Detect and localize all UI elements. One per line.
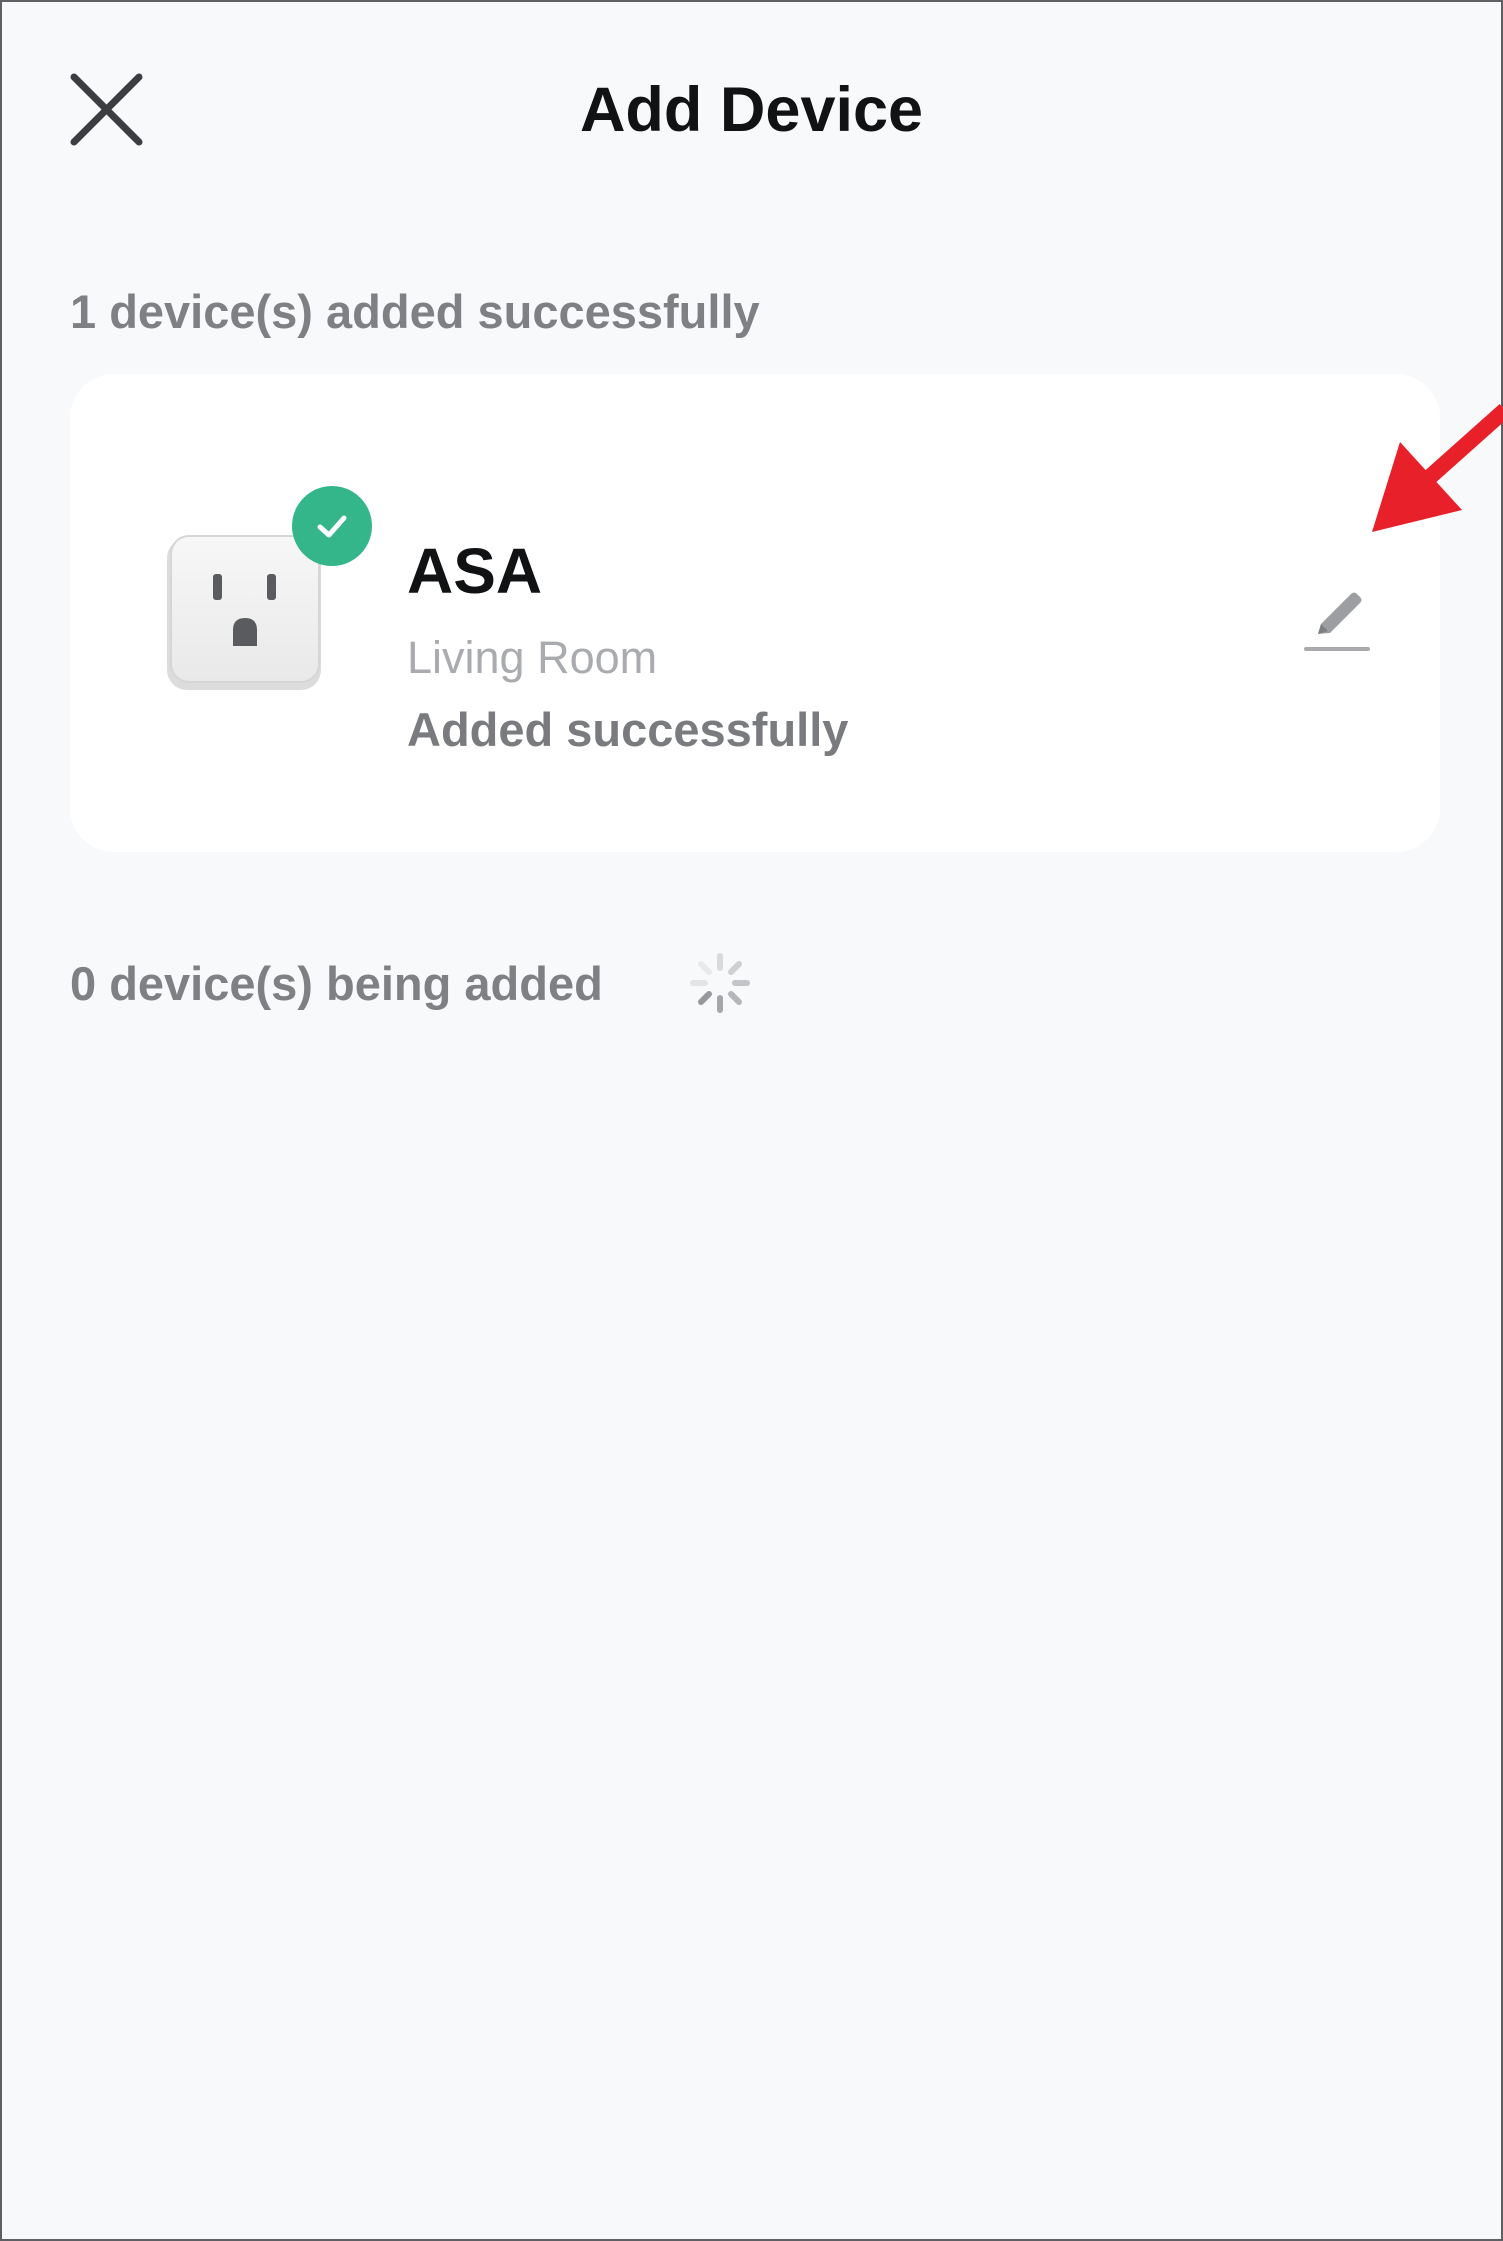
header-bar: Add Device — [2, 2, 1501, 222]
added-count-label: 1 device(s) added successfully — [70, 285, 760, 338]
success-badge — [292, 486, 372, 566]
loading-spinner-icon — [687, 950, 753, 1016]
check-icon — [317, 515, 347, 538]
device-status: Added successfully — [407, 703, 849, 756]
edit-device-button[interactable] — [1290, 574, 1380, 664]
adding-count-label: 0 device(s) being added — [70, 957, 603, 1010]
pencil-icon — [1304, 592, 1370, 651]
page-title: Add Device — [579, 75, 924, 145]
smart-plug-icon — [167, 535, 321, 690]
device-name: ASA — [407, 535, 543, 607]
red-arrow-icon — [1362, 402, 1503, 542]
device-card: ASA Living Room Added successfully — [70, 374, 1440, 852]
device-room: Living Room — [407, 632, 658, 683]
device-image — [165, 534, 325, 694]
